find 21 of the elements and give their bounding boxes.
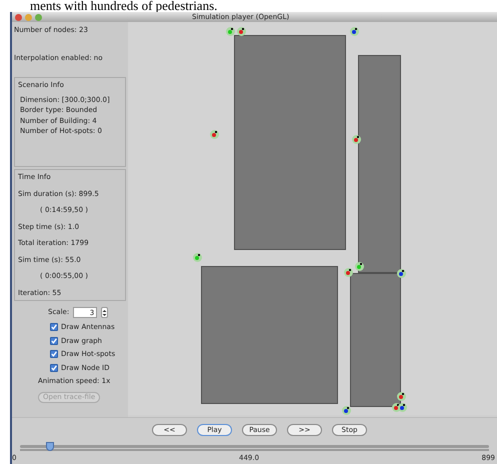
node-icon [342,406,351,415]
checkbox[interactable] [50,336,58,345]
close-icon[interactable] [15,14,22,20]
node-icon [350,27,359,36]
node-icon [226,27,235,36]
timeline-slider[interactable] [20,441,489,453]
checkbox[interactable] [50,323,58,332]
caption-text: ments with hundreds of pedestrians. [29,0,218,12]
checkbox[interactable] [50,364,58,372]
node-icon [352,135,361,144]
node-icon [237,27,246,36]
node-icon [344,268,353,277]
node-icon [397,392,406,401]
node-icon [210,130,219,139]
node-icon [355,262,364,271]
node-icon [193,253,202,262]
stepper-icon[interactable] [101,307,108,318]
checkbox[interactable] [50,350,58,358]
slider-thumb[interactable] [46,442,54,451]
node-icon [398,403,407,412]
node-icon [397,269,406,278]
